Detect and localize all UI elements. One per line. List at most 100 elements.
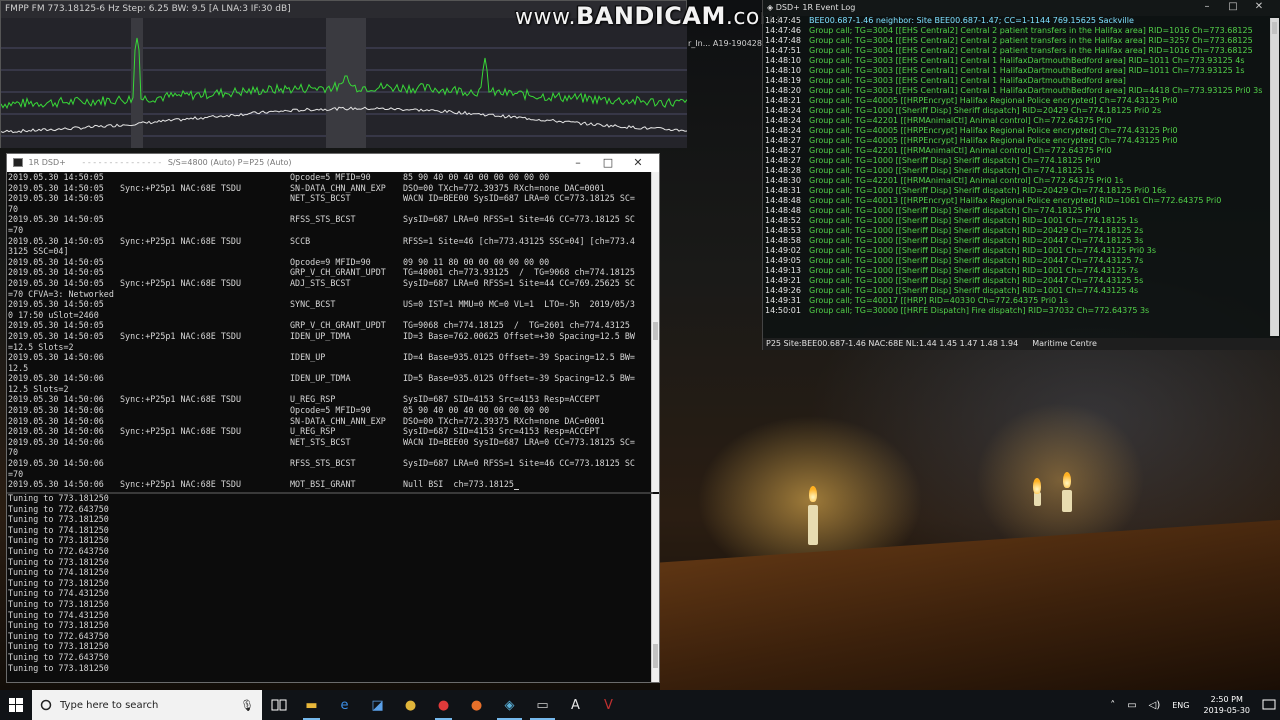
event-row[interactable]: 14:48:52 Group call; TG=1000 [[Sheriff Di… bbox=[765, 216, 1270, 226]
close-button[interactable]: ✕ bbox=[1246, 1, 1272, 12]
volume-icon[interactable]: ◁) bbox=[1149, 700, 1161, 711]
log-sync: Sync:+P25p1 NAC:68E TSDU bbox=[120, 182, 242, 193]
tuning-scrollbar-thumb[interactable] bbox=[653, 644, 658, 668]
event-message: Group call; TG=1000 [[Sheriff Disp] Sher… bbox=[809, 236, 1144, 245]
event-row[interactable]: 14:48:27 Group call; TG=40005 [[HRPEncryp… bbox=[765, 136, 1270, 146]
event-row[interactable]: 14:48:58 Group call; TG=1000 [[Sheriff Di… bbox=[765, 236, 1270, 246]
event-row[interactable]: 14:48:24 Group call; TG=42201 [[HRMAnimal… bbox=[765, 116, 1270, 126]
tuning-scrollbar[interactable] bbox=[651, 494, 659, 682]
maximize-button[interactable]: □ bbox=[593, 156, 623, 169]
spectrum-display[interactable] bbox=[1, 18, 687, 148]
event-row[interactable]: 14:49:05 Group call; TG=1000 [[Sheriff Di… bbox=[765, 256, 1270, 266]
event-row[interactable]: 14:48:24 Group call; TG=1000 [[Sheriff Di… bbox=[765, 106, 1270, 116]
event-log-scrollbar-thumb[interactable] bbox=[1272, 22, 1277, 34]
event-row[interactable]: 14:48:21 Group call; TG=40005 [[HRPEncryp… bbox=[765, 96, 1270, 106]
event-row[interactable]: 14:48:30 Group call; TG=42201 [[HRMAnimal… bbox=[765, 176, 1270, 186]
event-log-scrollbar[interactable] bbox=[1270, 18, 1279, 336]
event-time: 14:50:01 bbox=[765, 306, 801, 315]
log-scrollbar[interactable] bbox=[651, 172, 659, 492]
console-titlebar[interactable]: 1R DSD+ - - - - - - - - - - - - - - - S/… bbox=[7, 154, 659, 172]
log-row: 2019.05.30 14:50:06 Sync:+P25p1 NAC:68E T… bbox=[8, 479, 653, 490]
tuning-row: Tuning to 774.431250 bbox=[8, 609, 109, 620]
event-log-titlebar[interactable]: ◈ DSD+ 1R Event Log – □ ✕ bbox=[763, 0, 1280, 16]
event-row[interactable]: 14:48:27 Group call; TG=1000 [[Sheriff Di… bbox=[765, 156, 1270, 166]
event-row[interactable]: 14:48:28 Group call; TG=1000 [[Sheriff Di… bbox=[765, 166, 1270, 176]
decoder-log-pane[interactable]: 2019.05.30 14:50:05 Opcode=5 MFID=90 85 90… bbox=[7, 172, 653, 492]
taskbar-app-button[interactable]: A bbox=[559, 690, 592, 720]
event-time: 14:47:45 bbox=[765, 16, 801, 25]
event-row[interactable]: 14:49:02 Group call; TG=1000 [[Sheriff Di… bbox=[765, 246, 1270, 256]
event-row[interactable]: 14:49:26 Group call; TG=1000 [[Sheriff Di… bbox=[765, 286, 1270, 296]
event-row[interactable]: 14:48:10 Group call; TG=3003 [[EHS Centra… bbox=[765, 56, 1270, 66]
log-timestamp: 2019.05.30 14:50:05 bbox=[8, 299, 104, 310]
event-row[interactable]: 14:48:27 Group call; TG=42201 [[HRMAnimal… bbox=[765, 146, 1270, 156]
event-row[interactable]: 14:50:01 Group call; TG=30000 [[HRFE Disp… bbox=[765, 306, 1270, 316]
taskbar-app-button[interactable]: ◈ bbox=[493, 690, 526, 720]
event-row[interactable]: 14:48:10 Group call; TG=3003 [[EHS Centra… bbox=[765, 66, 1270, 76]
taskbar-app-button[interactable]: ▭ bbox=[526, 690, 559, 720]
tuning-row: Tuning to 773.181250 bbox=[8, 662, 109, 673]
close-button[interactable]: ✕ bbox=[623, 156, 653, 169]
minimize-button[interactable]: – bbox=[563, 156, 593, 169]
network-icon[interactable]: ▭ bbox=[1127, 700, 1136, 711]
log-scrollbar-thumb[interactable] bbox=[653, 322, 658, 340]
log-row-continuation: 70 bbox=[8, 203, 19, 214]
event-message: Group call; TG=40017 [[HRP] RID=40330 Ch… bbox=[809, 296, 1068, 305]
event-row[interactable]: 14:47:45 BEE00.687-1.46 neighbor: Site BE… bbox=[765, 16, 1270, 26]
taskbar-app-button[interactable]: e bbox=[328, 690, 361, 720]
language-indicator[interactable]: ENG bbox=[1172, 701, 1189, 710]
log-timestamp: 2019.05.30 14:50:06 bbox=[8, 405, 104, 416]
event-row[interactable]: 14:49:31 Group call; TG=40017 [[HRP] RID=… bbox=[765, 296, 1270, 306]
microphone-icon[interactable]: 🎙 bbox=[240, 699, 254, 712]
log-sync: Sync:+P25p1 NAC:68E TSDU bbox=[120, 330, 242, 341]
event-row[interactable]: 14:49:21 Group call; TG=1000 [[Sheriff Di… bbox=[765, 276, 1270, 286]
tuning-row: Tuning to 773.181250 bbox=[8, 577, 109, 588]
event-row[interactable]: 14:48:31 Group call; TG=1000 [[Sheriff Di… bbox=[765, 186, 1270, 196]
event-row[interactable]: 14:48:53 Group call; TG=1000 [[Sheriff Di… bbox=[765, 226, 1270, 236]
event-row[interactable]: 14:48:20 Group call; TG=3003 [[EHS Centra… bbox=[765, 86, 1270, 96]
event-row[interactable]: 14:47:51 Group call; TG=3004 [[EHS Centra… bbox=[765, 46, 1270, 56]
show-hidden-icons-chevron-icon[interactable]: ˄ bbox=[1110, 700, 1115, 711]
dsd-console-window[interactable]: 1R DSD+ - - - - - - - - - - - - - - - S/… bbox=[6, 153, 660, 683]
event-log-window[interactable]: ◈ DSD+ 1R Event Log – □ ✕ 14:47:45 BEE00.68… bbox=[762, 0, 1280, 350]
taskbar-app-button[interactable]: ● bbox=[427, 690, 460, 720]
taskbar-app-button[interactable]: ▬ bbox=[295, 690, 328, 720]
event-row[interactable]: 14:47:48 Group call; TG=3004 [[EHS Centra… bbox=[765, 36, 1270, 46]
taskbar-app-button[interactable]: ◪ bbox=[361, 690, 394, 720]
event-log-list[interactable]: 14:47:45 BEE00.687-1.46 neighbor: Site BE… bbox=[765, 16, 1270, 338]
tuning-row: Tuning to 773.181250 bbox=[8, 535, 109, 546]
minimize-button[interactable]: – bbox=[1194, 1, 1220, 12]
log-row: 2019.05.30 14:50:06 RFSS_STS_BCST SysID=68… bbox=[8, 458, 653, 469]
taskbar-app-button[interactable]: ● bbox=[460, 690, 493, 720]
taskbar-app-button[interactable]: V bbox=[592, 690, 625, 720]
log-info: WACN ID=BEE00 SysID=687 LRA=0 CC=773.181… bbox=[403, 436, 635, 447]
tuning-log-pane[interactable]: Tuning to 773.181250 Tuning to 772.643750… bbox=[7, 493, 653, 681]
event-row[interactable]: 14:48:19 Group call; TG=3003 [[EHS Centra… bbox=[765, 76, 1270, 86]
task-view-button[interactable] bbox=[262, 690, 295, 720]
event-row[interactable]: 14:48:48 Group call; TG=40013 [[HRPEncryp… bbox=[765, 196, 1270, 206]
tuning-row: Tuning to 773.181250 bbox=[8, 556, 109, 567]
log-row-continuation: 12.5 Slots=2 bbox=[8, 383, 69, 394]
action-center-button[interactable] bbox=[1258, 690, 1280, 720]
log-opcode: RFSS_STS_BCST bbox=[290, 214, 356, 225]
log-timestamp: 2019.05.30 14:50:06 bbox=[8, 373, 104, 384]
event-message: Group call; TG=30000 [[HRFE Dispatch] Fi… bbox=[809, 306, 1150, 315]
maximize-button[interactable]: □ bbox=[1220, 1, 1246, 12]
event-row[interactable]: 14:48:48 Group call; TG=1000 [[Sheriff Di… bbox=[765, 206, 1270, 216]
log-row: 2019.05.30 14:50:05 Sync:+P25p1 NAC:68E T… bbox=[8, 183, 653, 194]
log-row-continuation: 70 bbox=[8, 447, 19, 458]
taskbar-app-button[interactable]: ● bbox=[394, 690, 427, 720]
log-opcode: SN-DATA_CHN_ANN_EXP bbox=[290, 182, 386, 193]
log-opcode: IDEN_UP_TDMA bbox=[290, 330, 351, 341]
event-message: Group call; TG=3003 [[EHS Central1] Cent… bbox=[809, 56, 1245, 65]
start-button[interactable] bbox=[0, 690, 32, 720]
log-row-continuation: =70 CFVA=3: Networked bbox=[8, 288, 114, 299]
taskbar-search-box[interactable]: Type here to search 🎙 bbox=[32, 690, 262, 720]
event-row[interactable]: 14:47:46 Group call; TG=3004 [[EHS Centra… bbox=[765, 26, 1270, 36]
event-row[interactable]: 14:49:13 Group call; TG=1000 [[Sheriff Di… bbox=[765, 266, 1270, 276]
clock[interactable]: 2:50 PM 2019-05-30 bbox=[1204, 694, 1251, 716]
event-message: Group call; TG=1000 [[Sheriff Disp] Sher… bbox=[809, 256, 1144, 265]
event-time: 14:48:30 bbox=[765, 176, 801, 185]
taskbar: Type here to search 🎙 ▬ e ◪ ● ● ● ◈ ▭ A V ˄ ▭ ◁) … bbox=[0, 690, 1280, 720]
event-row[interactable]: 14:48:24 Group call; TG=40005 [[HRPEncryp… bbox=[765, 126, 1270, 136]
